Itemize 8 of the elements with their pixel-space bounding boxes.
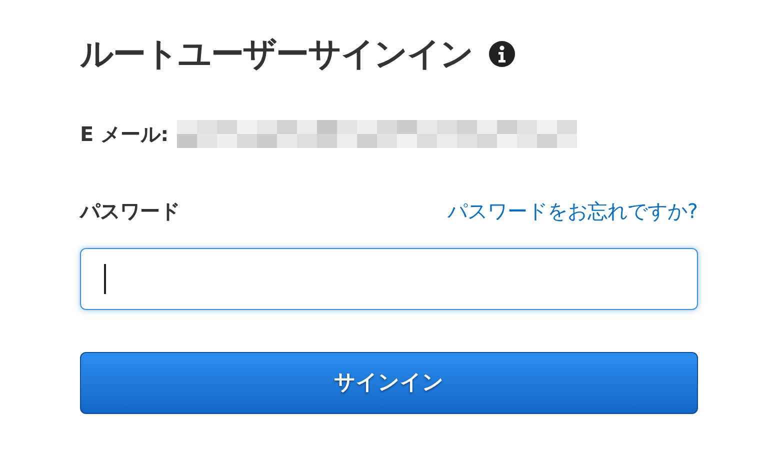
text-cursor (104, 264, 106, 294)
info-icon[interactable] (489, 40, 515, 67)
password-field[interactable] (80, 248, 698, 310)
sign-in-button[interactable]: サインイン (80, 352, 698, 414)
page-title: ルートユーザーサインイン (80, 34, 473, 74)
email-label: E メール: (80, 120, 169, 148)
password-label: パスワード (80, 198, 180, 225)
forgot-password-link[interactable]: パスワードをお忘れですか? (447, 196, 698, 226)
